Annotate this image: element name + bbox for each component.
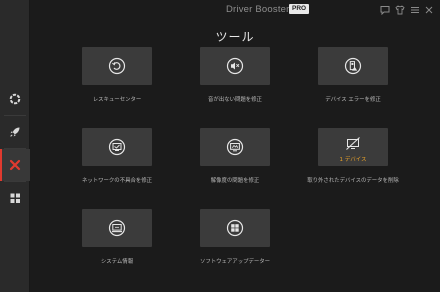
chat-icon[interactable] [380, 5, 390, 15]
tool-label: システム情報 [100, 259, 134, 265]
device-count-badge: 1 デバイス [339, 157, 367, 163]
tool-label: ネットワークの不具合を修正 [81, 178, 153, 184]
tool-remove-disconnected-devices[interactable]: 1 デバイス [318, 128, 388, 166]
sidebar-item-action-center[interactable] [0, 182, 30, 214]
sidebar [0, 0, 30, 292]
tool-rescue-center[interactable] [82, 47, 152, 85]
tool-label: ソフトウェアアップデーター [199, 259, 271, 265]
page-title: ツール [215, 30, 255, 44]
disconnected-device-icon [346, 136, 360, 150]
tool-system-info[interactable] [82, 209, 152, 247]
menu-icon[interactable] [410, 5, 420, 15]
tool-software-updater[interactable] [200, 209, 270, 247]
tool-label: 取り外されたデバイスのデータを削除 [307, 178, 399, 184]
rocket-icon [10, 127, 20, 137]
tool-label: レスキューセンター [92, 97, 142, 103]
title-bar: Driver Booster 7 PRO [30, 0, 440, 22]
tool-no-sound-fix[interactable] [200, 47, 270, 85]
system-info-icon [108, 219, 126, 237]
tool-device-error-fix[interactable] [318, 47, 388, 85]
tool-label: 解像度の問題を修正 [210, 178, 260, 184]
app-title: Driver Booster 7 [226, 4, 298, 15]
tool-resolution-fix[interactable] [200, 128, 270, 166]
sidebar-item-tools[interactable] [0, 149, 30, 181]
tool-label: デバイス エラーを修正 [325, 97, 381, 103]
mute-speaker-icon [226, 57, 244, 75]
windows-update-icon [226, 219, 244, 237]
display-fix-icon [226, 138, 244, 156]
tool-network-fix[interactable] [82, 128, 152, 166]
device-warning-icon [344, 57, 362, 75]
tools-icon [9, 159, 21, 171]
grid-icon [10, 193, 20, 203]
restore-icon [108, 57, 126, 75]
tool-label: 音が出ない問題を修正 [208, 97, 262, 103]
close-icon[interactable] [424, 5, 434, 15]
network-fix-icon [108, 138, 126, 156]
shirt-icon[interactable] [395, 5, 405, 15]
sidebar-item-boost[interactable] [0, 116, 30, 148]
sidebar-item-rescue[interactable] [0, 83, 30, 115]
lifebuoy-icon [9, 93, 21, 105]
pro-badge: PRO [289, 4, 310, 14]
